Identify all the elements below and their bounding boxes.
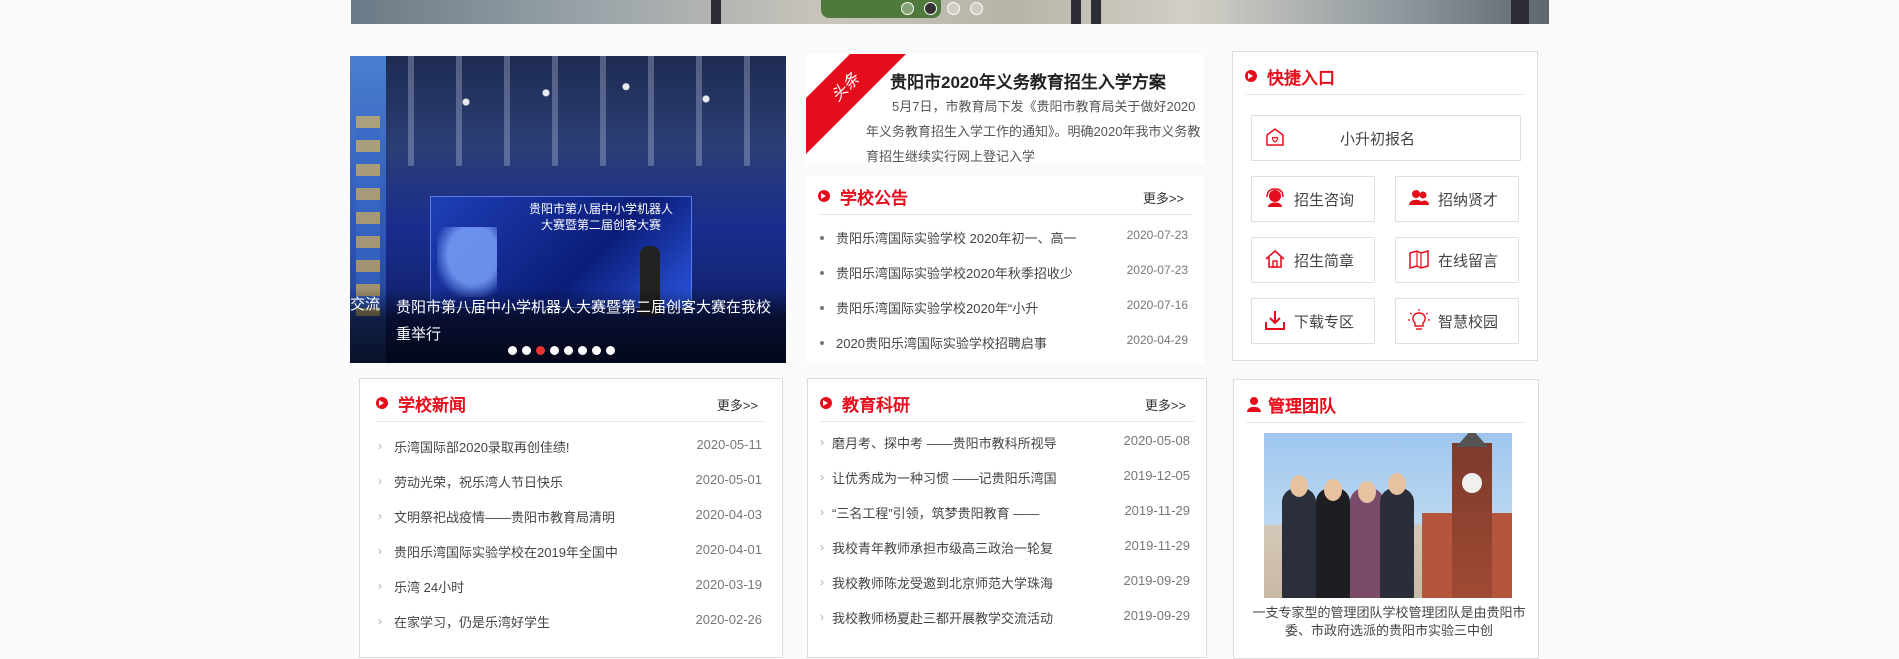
research-list: › 磨月考、探中考 ——贵阳市教科所视导 2020-05-08 › 让优秀成为一种习惯… [818, 425, 1194, 635]
chevron-right-icon: › [820, 540, 824, 554]
list-item[interactable]: › “三名工程”引领，筑梦贵阳教育 —— 2019-11-29 [818, 495, 1194, 530]
team-photo[interactable] [1264, 433, 1512, 598]
list-item[interactable]: 贵阳乐湾国际实验学校 2020年初一、高一 2020-07-23 [818, 220, 1192, 255]
slider-dot[interactable] [536, 346, 545, 355]
banner-person [711, 0, 721, 24]
arrow-circle-icon [818, 190, 830, 202]
slider-dot[interactable] [578, 346, 587, 355]
house-icon [1265, 249, 1285, 268]
arrow-circle-icon [820, 397, 832, 409]
quick-button-enroll[interactable]: 小升初报名 [1251, 115, 1521, 161]
list-item[interactable]: › 乐湾国际部2020录取再创佳绩! 2020-05-11 [376, 429, 766, 464]
news-list: › 乐湾国际部2020录取再创佳绩! 2020-05-11 › 劳动光荣，祝乐湾人节日… [376, 429, 766, 639]
banner-person [1091, 0, 1101, 24]
quick-entry-header: 快捷入口 [1245, 56, 1525, 95]
notice-title: 学校公告 [840, 189, 908, 208]
download-icon [1265, 311, 1285, 330]
chevron-right-icon: › [378, 474, 382, 488]
list-item[interactable]: › 在家学习，仍是乐湾好学生 2020-02-26 [376, 604, 766, 639]
home-heart-icon [1266, 128, 1284, 146]
screen-title: 贵阳市第八届中小学机器人大赛暨第二届创客大赛 [528, 202, 673, 232]
users-icon [1409, 190, 1429, 205]
chevron-right-icon: › [820, 610, 824, 624]
team-header: 管理团队 [1246, 384, 1526, 423]
list-item[interactable]: › 劳动光荣，祝乐湾人节日快乐 2020-05-01 [376, 464, 766, 499]
slider-dot[interactable] [508, 346, 517, 355]
banner-dot[interactable] [901, 2, 914, 15]
banner-dot[interactable] [970, 2, 983, 15]
list-item[interactable]: › 我校教师杨夏赴三都开展教学交流活动 2019-09-29 [818, 600, 1194, 635]
quick-button-recruit[interactable]: 招纳贤才 [1395, 176, 1519, 222]
team-title: 管理团队 [1268, 397, 1336, 416]
team-panel: 管理团队 一支专家型的管理团队学校管理团队是由贵阳市委、市政府选派的贵阳市实验三… [1233, 379, 1539, 659]
notice-header: 学校公告 更多>> [818, 176, 1192, 215]
lightbulb-icon [1408, 309, 1430, 330]
list-item[interactable]: › 我校青年教师承担市级高三政治一轮复 2019-11-29 [818, 530, 1194, 565]
slider-caption-prev[interactable]: 交流 [350, 293, 386, 314]
research-header: 教育科研 更多>> [820, 383, 1194, 422]
quick-button-brochure[interactable]: 招生简章 [1251, 237, 1375, 283]
quick-button-message[interactable]: 在线留言 [1395, 237, 1519, 283]
headline-block[interactable]: 头条 贵阳市2020年义务教育招生入学方案 5月7日，市教育局下发《贵阳市教育局… [806, 54, 1204, 164]
headline-title[interactable]: 贵阳市2020年义务教育招生入学方案 [890, 68, 1166, 93]
chevron-right-icon: › [820, 470, 824, 484]
arrow-circle-icon [1245, 70, 1257, 82]
chevron-right-icon: › [378, 509, 382, 523]
chevron-right-icon: › [378, 544, 382, 558]
slider-dot[interactable] [606, 346, 615, 355]
news-more-link[interactable]: 更多>> [717, 395, 758, 414]
chevron-right-icon: › [820, 575, 824, 589]
news-panel: 学校新闻 更多>> › 乐湾国际部2020录取再创佳绩! 2020-05-11 › 劳… [359, 378, 783, 658]
notice-list: 贵阳乐湾国际实验学校 2020年初一、高一 2020-07-23 贵阳乐湾国际实验… [818, 220, 1192, 360]
top-banner-image[interactable] [351, 0, 1549, 24]
chevron-right-icon: › [378, 614, 382, 628]
research-title: 教育科研 [842, 396, 910, 415]
list-item[interactable]: 贵阳乐湾国际实验学校2020年秋季招收少 2020-07-23 [818, 255, 1192, 290]
banner-dot[interactable] [947, 2, 960, 15]
arrow-circle-icon [376, 397, 388, 409]
banner-person [1511, 0, 1529, 24]
news-title: 学校新闻 [398, 396, 466, 415]
stage-lights [386, 56, 786, 166]
slider-dot[interactable] [564, 346, 573, 355]
slider-dot[interactable] [522, 346, 531, 355]
research-more-link[interactable]: 更多>> [1145, 395, 1186, 414]
headline-summary: 5月7日，市教育局下发《贵阳市教育局关于做好2020年义务教育招生入学工作的通知… [866, 99, 1201, 164]
user-icon [1247, 397, 1261, 412]
team-description: 一支专家型的管理团队学校管理团队是由贵阳市委、市政府选派的贵阳市实验三中创 [1252, 605, 1526, 638]
quick-button-download[interactable]: 下载专区 [1251, 298, 1375, 344]
chevron-right-icon: › [378, 439, 382, 453]
slider-caption[interactable]: 贵阳市第八届中小学机器人大赛暨第二届创客大赛在我校 [396, 293, 780, 322]
slider-caption-line2[interactable]: 重举行 [396, 323, 441, 344]
quick-button-consult[interactable]: 招生咨询 [1251, 176, 1375, 222]
list-item[interactable]: › 贵阳乐湾国际实验学校在2019年全国中 2020-04-01 [376, 534, 766, 569]
support-agent-icon [1266, 188, 1284, 207]
research-panel: 教育科研 更多>> › 磨月考、探中考 ——贵阳市教科所视导 2020-05-08 … [807, 378, 1207, 658]
slider-dot[interactable] [592, 346, 601, 355]
quick-entry-title: 快捷入口 [1267, 69, 1335, 88]
list-item[interactable]: › 我校教师陈龙受邀到北京师范大学珠海 2019-09-29 [818, 565, 1194, 600]
slider-pagination [508, 346, 615, 355]
news-header: 学校新闻 更多>> [376, 383, 766, 422]
banner-person [1071, 0, 1081, 24]
news-slider[interactable]: 贵阳市第八届中小学机器人大赛暨第二届创客大赛 交流 贵阳市第八届中小学机器人大赛… [350, 56, 786, 363]
list-item[interactable]: › 文明祭祀战疫情——贵阳市教育局清明 2020-04-03 [376, 499, 766, 534]
chevron-right-icon: › [378, 579, 382, 593]
list-item[interactable]: › 乐湾 24小时 2020-03-19 [376, 569, 766, 604]
list-item[interactable]: 2020贵阳乐湾国际实验学校招聘启事 2020-04-29 [818, 325, 1192, 360]
notice-more-link[interactable]: 更多>> [1143, 188, 1184, 207]
banner-dot[interactable] [924, 2, 937, 15]
quick-button-smart-campus[interactable]: 智慧校园 [1395, 298, 1519, 344]
chevron-right-icon: › [820, 435, 824, 449]
banner-pagination [901, 2, 983, 15]
chevron-right-icon: › [820, 505, 824, 519]
list-item[interactable]: › 让优秀成为一种习惯 ——记贵阳乐湾国 2019-12-05 [818, 460, 1194, 495]
quick-entry-panel: 快捷入口 小升初报名 招生咨询 招纳贤才 招生简章 在线留言 下载专区 智慧校园 [1232, 51, 1538, 361]
slider-dot[interactable] [550, 346, 559, 355]
message-book-icon [1409, 250, 1429, 269]
list-item[interactable]: › 磨月考、探中考 ——贵阳市教科所视导 2020-05-08 [818, 425, 1194, 460]
list-item[interactable]: 贵阳乐湾国际实验学校2020年“小升 2020-07-16 [818, 290, 1192, 325]
notice-panel: 学校公告 更多>> 贵阳乐湾国际实验学校 2020年初一、高一 2020-07-2… [806, 176, 1204, 363]
